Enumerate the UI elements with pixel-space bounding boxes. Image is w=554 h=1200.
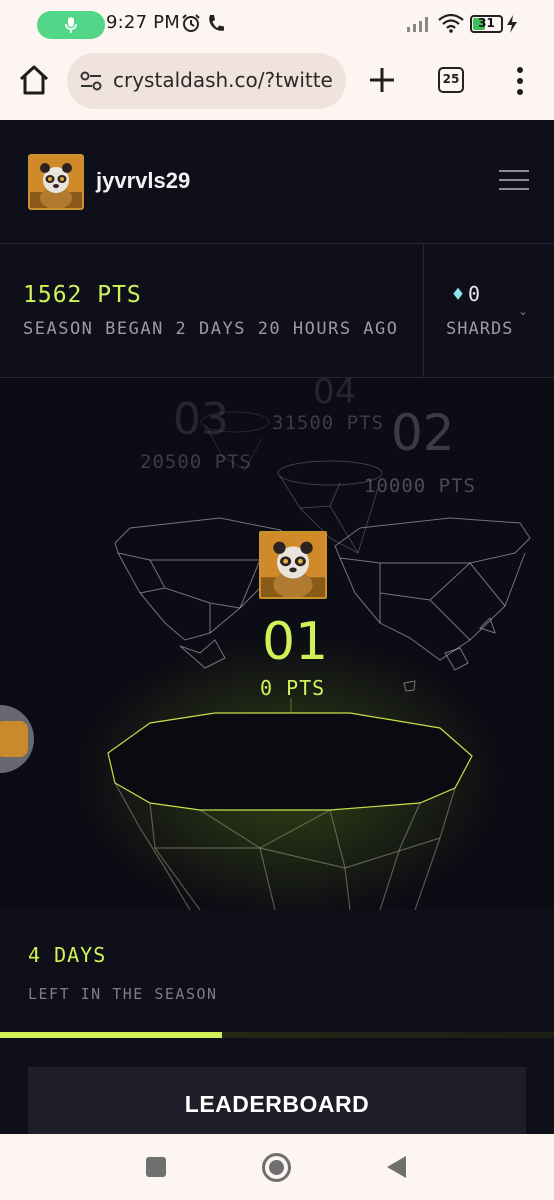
chevron-down-icon[interactable]: ⌄ bbox=[518, 304, 528, 318]
battery-icon: 31 bbox=[470, 15, 503, 33]
battery-level: 31 bbox=[478, 16, 495, 30]
panda-avatar-icon bbox=[261, 533, 325, 597]
rank-03-number: 03 bbox=[173, 394, 229, 445]
home-circle-icon[interactable] bbox=[262, 1153, 291, 1182]
season-progress-bar bbox=[0, 1032, 554, 1038]
rank-02-points: 10000 PTS bbox=[364, 475, 476, 497]
shard-gem-icon: ♦ bbox=[452, 282, 465, 306]
rank-03-points: 20500 PTS bbox=[140, 451, 252, 473]
rank-04-number: 04 bbox=[313, 378, 357, 412]
season-stats: 1562 PTS SEASON BEGAN 2 DAYS 20 HOURS AG… bbox=[0, 244, 554, 378]
clock: 9:27 PM bbox=[106, 12, 180, 33]
site-settings-icon[interactable] bbox=[80, 71, 102, 91]
rank-02-number: 02 bbox=[391, 404, 455, 462]
wifi-icon bbox=[438, 13, 464, 33]
username[interactable]: jyvrvls29 bbox=[96, 168, 190, 194]
shards-label: SHARDS bbox=[446, 319, 514, 339]
url-text[interactable]: crystaldash.co/?twitte bbox=[113, 68, 333, 92]
back-icon[interactable] bbox=[387, 1156, 406, 1178]
phone-icon bbox=[209, 15, 224, 31]
rank-01-number: 01 bbox=[262, 612, 329, 672]
charging-icon bbox=[507, 15, 517, 33]
home-icon[interactable] bbox=[17, 63, 51, 97]
days-left-label: LEFT IN THE SEASON bbox=[28, 985, 218, 1003]
browser-toolbar: crystaldash.co/?twitte 25 bbox=[0, 48, 554, 120]
web-page: jyvrvls29 1562 PTS SEASON BEGAN 2 DAYS 2… bbox=[0, 120, 554, 1134]
avatar[interactable] bbox=[28, 154, 84, 210]
user-points: 1562 PTS bbox=[23, 282, 142, 308]
tabs-icon[interactable]: 25 bbox=[438, 67, 464, 93]
leaderboard-button[interactable]: LEADERBOARD bbox=[28, 1067, 526, 1134]
rank-01-points: 0 PTS bbox=[260, 676, 326, 700]
status-bar: 9:27 PM 31 bbox=[0, 0, 554, 48]
season-progress-fill bbox=[0, 1032, 222, 1038]
bubble-avatar-icon bbox=[0, 721, 28, 757]
days-left: 4 DAYS bbox=[28, 943, 107, 967]
season-countdown: 4 DAYS LEFT IN THE SEASON bbox=[0, 910, 554, 1034]
mic-icon bbox=[65, 17, 77, 33]
android-nav-bar bbox=[0, 1134, 554, 1200]
alarm-icon bbox=[182, 14, 200, 32]
shards-count: 0 bbox=[468, 282, 481, 306]
signal-icon bbox=[407, 17, 428, 32]
new-tab-plus-icon[interactable] bbox=[366, 64, 398, 96]
rank-04-points: 31500 PTS bbox=[272, 412, 384, 434]
shards-counter[interactable]: ♦ 0 bbox=[452, 282, 480, 306]
site-header: jyvrvls29 bbox=[0, 120, 554, 244]
hamburger-menu-icon[interactable] bbox=[499, 170, 529, 192]
podium-arena: 04 31500 PTS 03 20500 PTS 02 10000 PTS 0… bbox=[0, 378, 554, 910]
mic-active-indicator[interactable] bbox=[37, 11, 105, 39]
address-bar[interactable]: crystaldash.co/?twitte bbox=[67, 53, 346, 109]
more-menu-icon[interactable] bbox=[511, 64, 529, 98]
recents-icon[interactable] bbox=[146, 1157, 166, 1177]
season-started-text: SEASON BEGAN 2 DAYS 20 HOURS AGO bbox=[23, 319, 399, 339]
stats-divider bbox=[423, 244, 424, 378]
rank-01-avatar[interactable] bbox=[259, 531, 327, 599]
panda-avatar-icon bbox=[30, 156, 82, 208]
